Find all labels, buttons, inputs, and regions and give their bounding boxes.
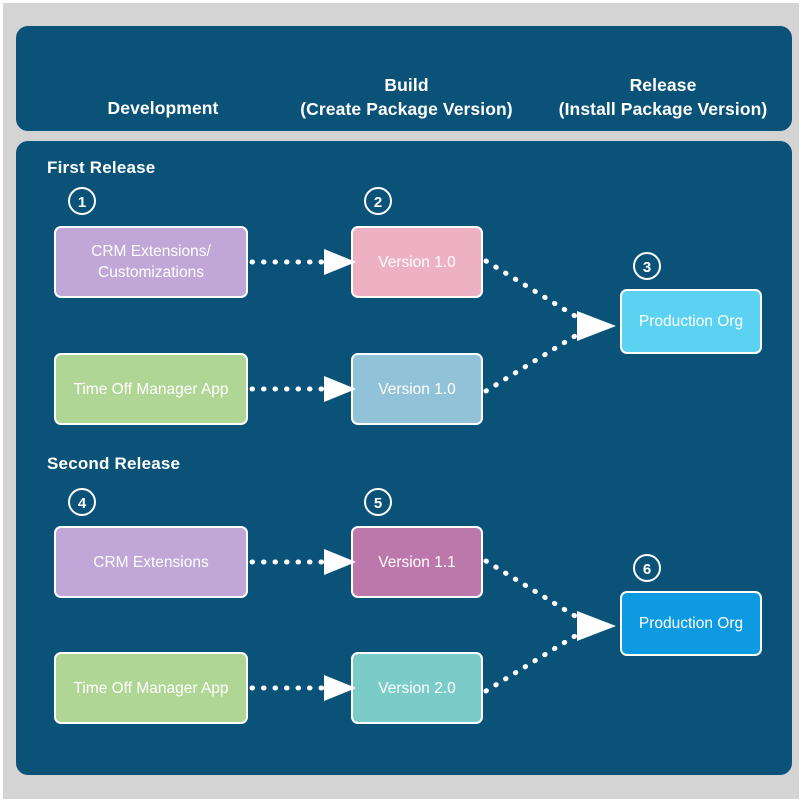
diagram-page: Development Build (Create Package Versio… (0, 0, 802, 802)
node-version-2-0[interactable]: Version 2.0 (351, 652, 483, 724)
node-crm-extensions-customizations[interactable]: CRM Extensions/ Customizations (54, 226, 248, 298)
header-panel: Development Build (Create Package Versio… (16, 26, 792, 131)
connector-crm-extensions-to-version-1-1 (248, 547, 358, 579)
step-badge-2: 2 (364, 187, 392, 215)
step-badge-6: 6 (633, 554, 661, 582)
header-release-line2: (Install Package Version) (558, 99, 768, 119)
connector-app-to-version-1-0 (248, 374, 358, 406)
node-production-org-first[interactable]: Production Org (620, 289, 762, 354)
connector-app-to-version-2-0 (248, 673, 358, 705)
section-title-second-release: Second Release (47, 454, 181, 473)
header-development-line1: Development (107, 98, 219, 118)
section-title-first-release: First Release (47, 158, 156, 177)
header-build-line1: Build (384, 75, 429, 95)
header-build-line2: (Create Package Version) (300, 99, 513, 119)
connector-versions-to-production-org-first (483, 251, 625, 416)
node-time-off-manager-app-second[interactable]: Time Off Manager App (54, 652, 248, 724)
step-badge-3: 3 (633, 252, 661, 280)
header-column-release: Release (Install Package Version) (538, 73, 788, 121)
node-time-off-manager-app-first[interactable]: Time Off Manager App (54, 353, 248, 425)
step-badge-5: 5 (364, 488, 392, 516)
node-production-org-second[interactable]: Production Org (620, 591, 762, 656)
connector-crm-to-version-1-0 (248, 247, 358, 279)
main-panel: First Release 1 2 3 CRM Extensions/ Cust… (16, 141, 792, 775)
node-version-1-0-app[interactable]: Version 1.0 (351, 353, 483, 425)
step-badge-1: 1 (68, 187, 96, 215)
node-crm-extensions[interactable]: CRM Extensions (54, 526, 248, 598)
node-version-1-1[interactable]: Version 1.1 (351, 526, 483, 598)
header-release-line1: Release (629, 75, 697, 95)
node-version-1-0-crm[interactable]: Version 1.0 (351, 226, 483, 298)
connector-versions-to-production-org-second (483, 551, 625, 716)
header-column-build: Build (Create Package Version) (284, 73, 529, 121)
step-badge-4: 4 (68, 488, 96, 516)
header-column-development: Development (28, 96, 298, 120)
